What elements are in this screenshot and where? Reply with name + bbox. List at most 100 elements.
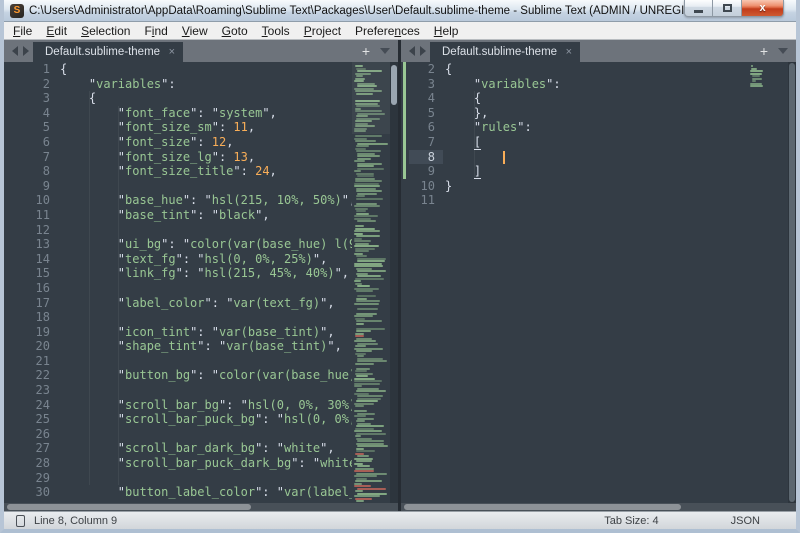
minimap-line	[357, 220, 376, 222]
tab-overflow-icon[interactable]	[778, 48, 788, 54]
minimap-line	[357, 395, 383, 397]
title-bar[interactable]: S C:\Users\Administrator\AppData\Roaming…	[4, 0, 796, 22]
minimap-line	[356, 460, 372, 462]
line-number: 6	[4, 135, 50, 150]
line-number: 4	[4, 106, 50, 121]
tab-close-icon[interactable]: ×	[169, 46, 175, 58]
vertical-scrollbar-left[interactable]	[390, 62, 398, 503]
minimap-line	[356, 195, 365, 197]
tab-label: Default.sublime-theme	[442, 46, 560, 58]
menu-goto[interactable]: Goto	[215, 23, 255, 39]
tab-scroll-left-icon[interactable]	[12, 46, 18, 56]
horizontal-scrollbar-left[interactable]	[4, 503, 398, 511]
code-line: "scroll_bar_bg": "hsl(0, 0%, 30%)",	[60, 398, 352, 413]
minimap-right[interactable]	[748, 62, 786, 503]
line-number: 15	[4, 266, 50, 281]
minimap-line	[355, 435, 361, 437]
minimize-button[interactable]	[684, 0, 713, 17]
code-line	[60, 223, 352, 238]
code-line: {	[445, 62, 746, 77]
minimap-line	[354, 385, 362, 387]
minimap-line	[355, 335, 364, 337]
maximize-button[interactable]	[713, 0, 741, 17]
code-line: {	[445, 91, 746, 106]
horizontal-scroll-puck[interactable]	[404, 504, 681, 510]
panel-switcher-icon[interactable]	[16, 515, 25, 527]
tab-close-icon[interactable]: ×	[566, 46, 572, 58]
minimap-line	[356, 375, 368, 377]
line-number: 24	[4, 398, 50, 413]
menu-bar: FileEditSelectionFindViewGotoToolsProjec…	[4, 22, 796, 40]
code-line: "rules":	[445, 120, 746, 135]
tab-default-sublime-theme[interactable]: Default.sublime-theme ×	[430, 42, 580, 62]
new-tab-icon[interactable]: +	[362, 44, 370, 58]
tab-overflow-icon[interactable]	[380, 48, 390, 54]
new-tab-icon[interactable]: +	[760, 44, 768, 58]
menu-file[interactable]: File	[6, 23, 39, 39]
minimap-line	[354, 430, 382, 432]
line-number: 10	[4, 193, 50, 208]
line-number: 29	[4, 471, 50, 486]
line-number: 2	[4, 77, 50, 92]
editor-workspace: Default.sublime-theme × + 12345678910111…	[4, 40, 796, 511]
menu-project[interactable]: Project	[297, 23, 348, 39]
pane-right: Default.sublime-theme × + 234567891011 {…	[401, 40, 796, 511]
editor-left[interactable]: 1234567891011121314151617181920212223242…	[4, 62, 398, 511]
line-number: 7	[4, 150, 50, 165]
minimap-line	[357, 445, 388, 447]
line-number: 22	[4, 368, 50, 383]
minimap-line	[354, 245, 379, 247]
minimap-viewport[interactable]	[352, 62, 390, 134]
status-right: Tab Size: 4 JSON	[604, 515, 788, 527]
minimap-line	[750, 70, 763, 72]
minimap-line	[355, 405, 364, 407]
minimap-line	[356, 450, 375, 452]
horizontal-scroll-puck[interactable]	[7, 504, 251, 510]
tab-scroll-left-icon[interactable]	[409, 46, 415, 56]
minimap-line	[354, 240, 371, 242]
editor-right[interactable]: 234567891011 { "variables": { }, "rules"…	[401, 62, 796, 511]
code-line	[60, 471, 352, 486]
menu-find[interactable]: Find	[137, 23, 174, 39]
syntax-status[interactable]: JSON	[731, 515, 760, 527]
diff-lane	[401, 62, 409, 511]
vertical-scroll-puck[interactable]	[391, 65, 397, 105]
tab-scroll-right-icon[interactable]	[23, 46, 29, 56]
menu-view[interactable]: View	[175, 23, 215, 39]
minimap-line	[357, 285, 370, 287]
minimap-line	[354, 340, 376, 342]
menu-selection[interactable]: Selection	[74, 23, 137, 39]
code-line: "font_size_title": 24,	[60, 164, 352, 179]
minimap-line	[356, 190, 382, 192]
minimap-left[interactable]	[352, 62, 390, 503]
minimap-line	[354, 280, 361, 282]
minimap-line	[356, 330, 371, 332]
minimap-line	[354, 495, 380, 497]
vertical-scrollbar-right[interactable]	[788, 62, 796, 503]
code-line	[445, 150, 746, 165]
minimap-line	[356, 400, 378, 402]
minimap-line	[356, 300, 380, 302]
tab-size-status[interactable]: Tab Size: 4	[604, 515, 658, 527]
tab-scroll-right-icon[interactable]	[420, 46, 426, 56]
tab-default-sublime-theme[interactable]: Default.sublime-theme ×	[33, 42, 183, 62]
minimap-line	[354, 185, 380, 187]
line-number: 7	[409, 135, 435, 150]
diff-added-marker	[403, 62, 406, 179]
window-title: C:\Users\Administrator\AppData\Roaming\S…	[29, 5, 735, 17]
code-area-left[interactable]: { "variables": { "font_face": "system", …	[60, 62, 352, 503]
line-number: 30	[4, 485, 50, 500]
menu-help[interactable]: Help	[427, 23, 466, 39]
horizontal-scrollbar-right[interactable]	[401, 503, 796, 511]
sublime-text-window: S C:\Users\Administrator\AppData\Roaming…	[0, 0, 800, 533]
menu-preferences[interactable]: Preferences	[348, 23, 427, 39]
close-icon: x	[759, 2, 765, 14]
close-button[interactable]: x	[741, 0, 784, 17]
menu-edit[interactable]: Edit	[39, 23, 74, 39]
vertical-scroll-puck[interactable]	[789, 63, 795, 502]
line-number: 5	[4, 120, 50, 135]
line-number: 20	[4, 339, 50, 354]
menu-tools[interactable]: Tools	[255, 23, 297, 39]
line-number: 8	[4, 164, 50, 179]
code-area-right[interactable]: { "variables": { }, "rules": [ ]}	[445, 62, 746, 503]
